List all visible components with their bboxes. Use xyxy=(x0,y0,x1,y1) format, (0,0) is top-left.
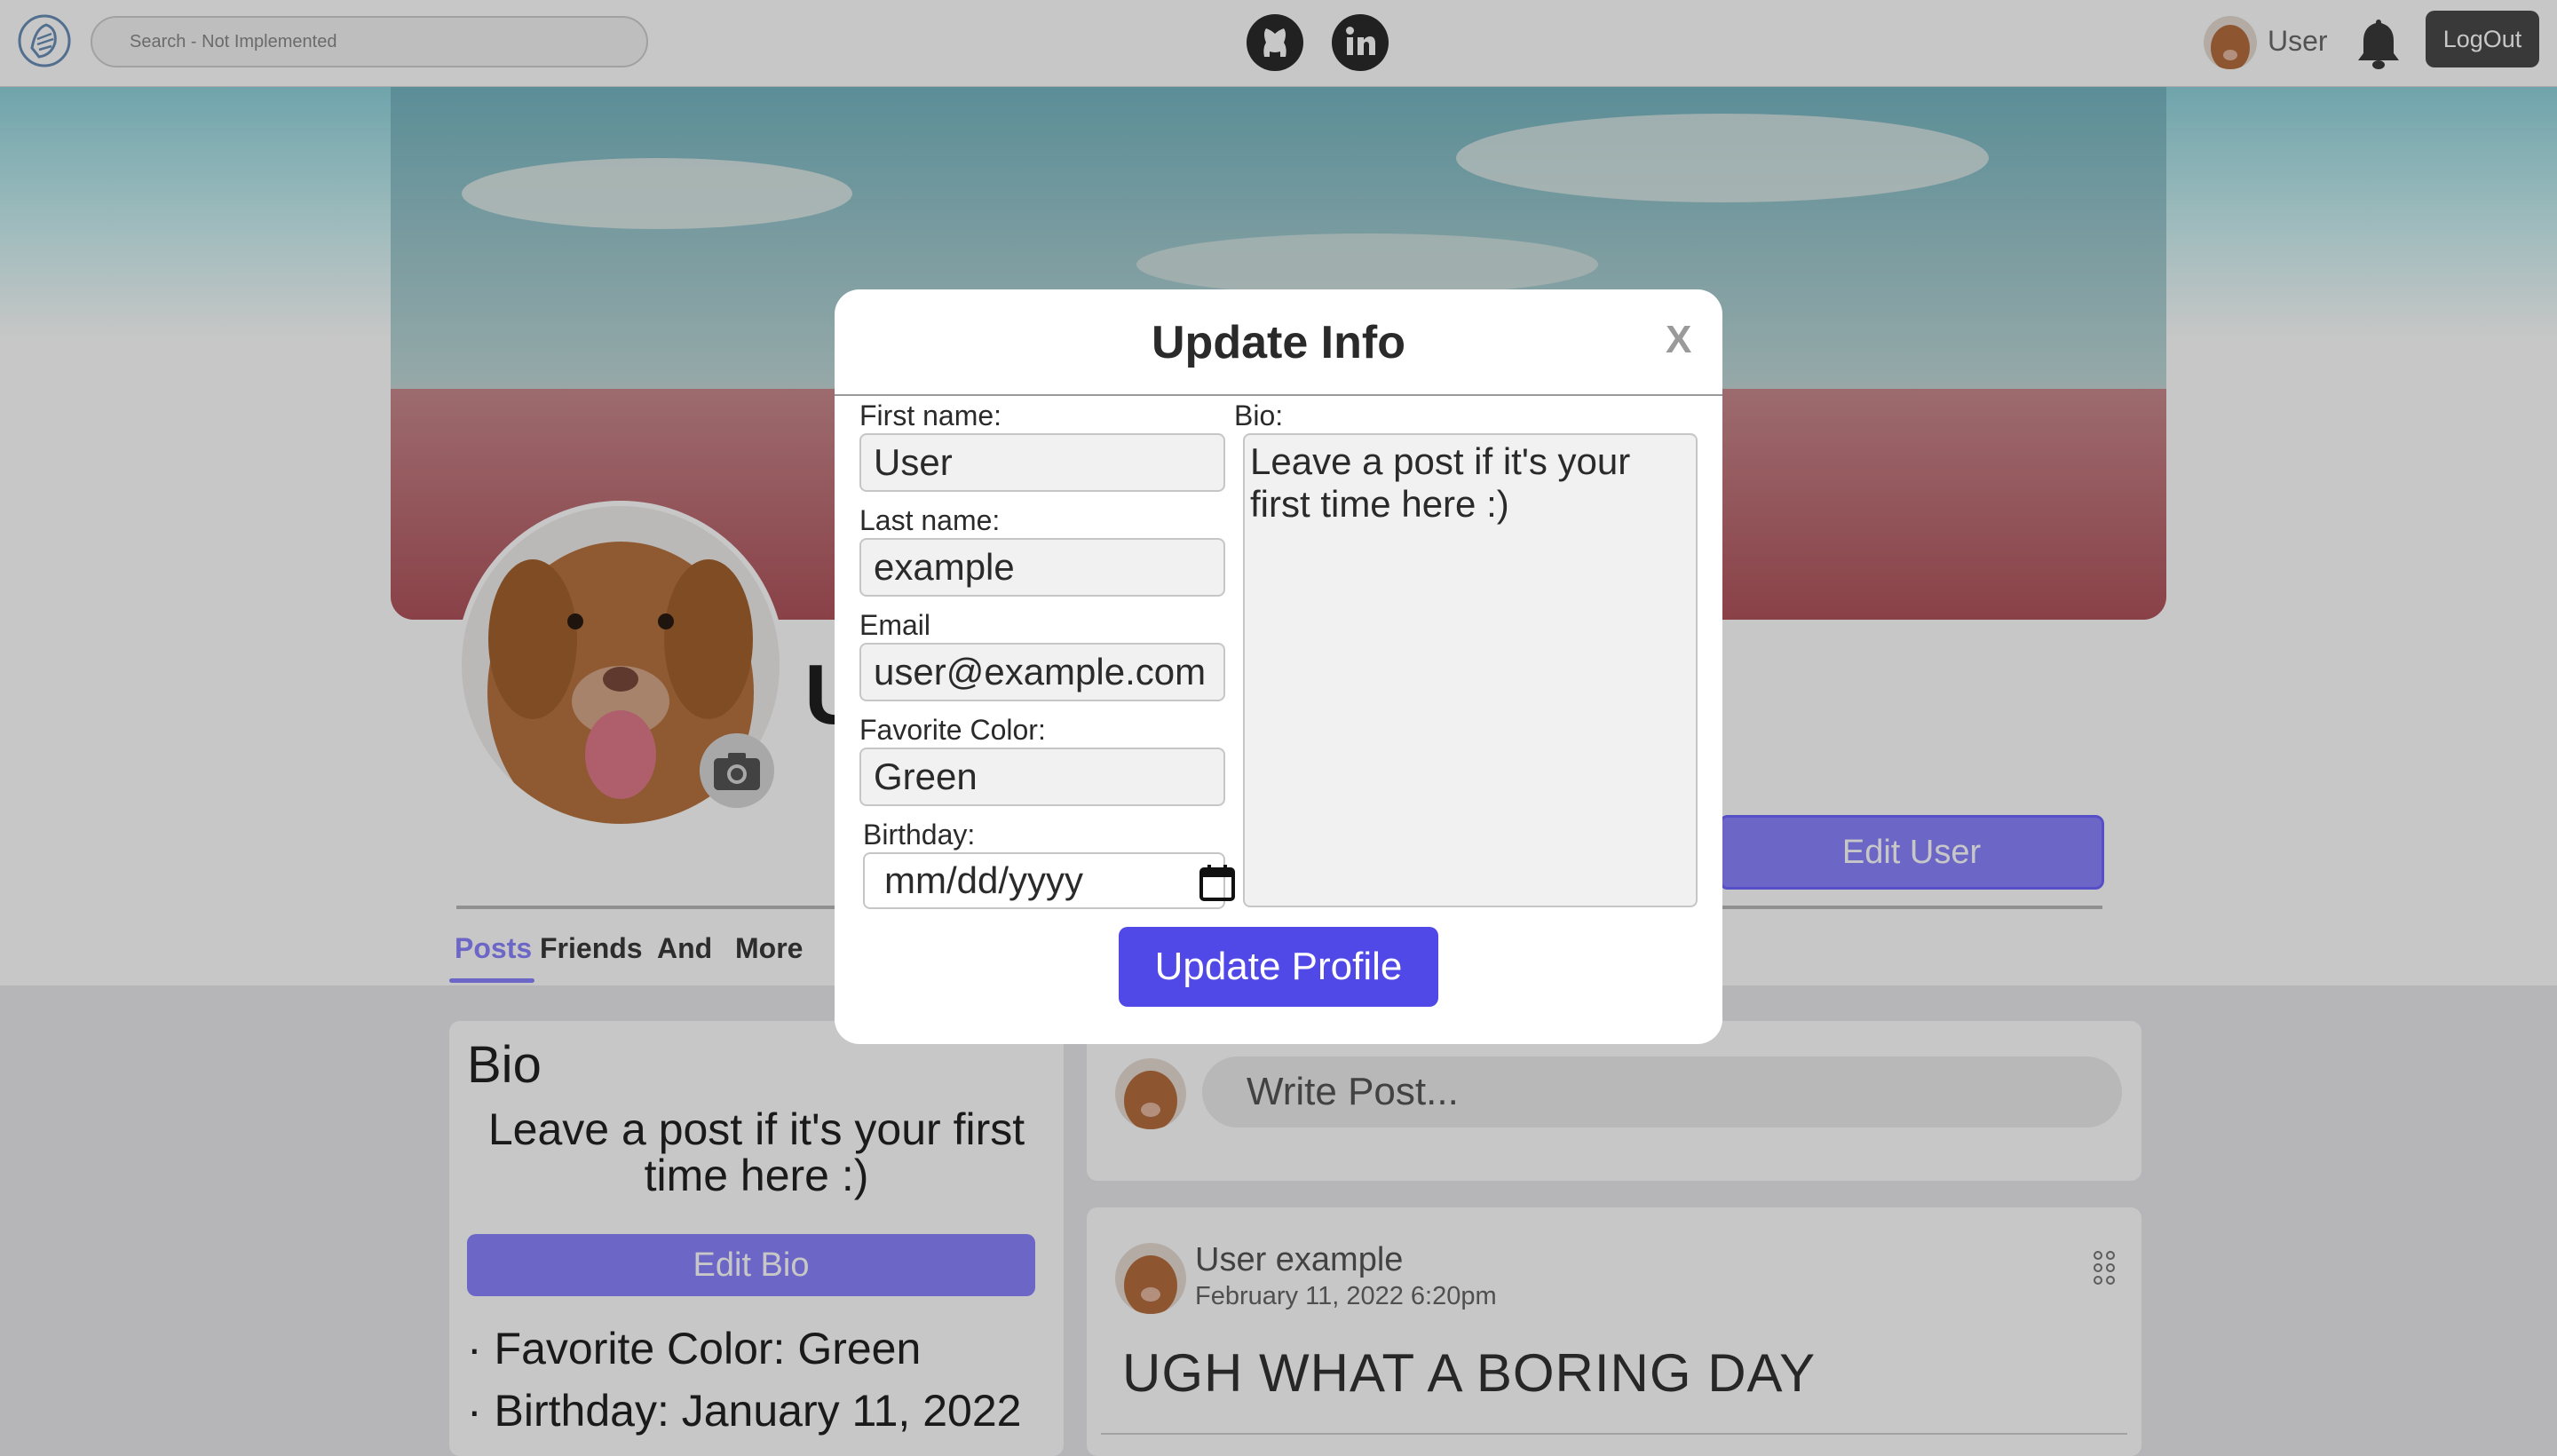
bio-textarea[interactable]: Leave a post if it's your first time her… xyxy=(1243,433,1698,907)
last-name-field[interactable]: example xyxy=(859,538,1225,597)
favorite-color-field[interactable]: Green xyxy=(859,748,1225,806)
birthday-field[interactable]: mm/dd/yyyy xyxy=(863,852,1235,909)
close-button[interactable]: X xyxy=(1666,318,1691,362)
email-label: Email xyxy=(859,609,931,641)
birthday-label: Birthday: xyxy=(863,819,976,851)
first-name-field[interactable]: User xyxy=(859,433,1225,492)
favorite-color-label: Favorite Color: xyxy=(859,714,1046,746)
bio-label: Bio: xyxy=(1234,400,1284,431)
modal-divider xyxy=(835,394,1722,396)
update-info-modal: Update Info X First name: User Last name… xyxy=(835,289,1722,1044)
modal-title: Update Info xyxy=(1152,317,1405,368)
first-name-label: First name: xyxy=(859,400,1002,431)
birthday-placeholder: mm/dd/yyyy xyxy=(884,859,1084,901)
last-name-label: Last name: xyxy=(859,504,1001,536)
update-profile-button[interactable]: Update Profile xyxy=(1119,927,1438,1007)
email-field[interactable]: user@example.com xyxy=(859,643,1225,701)
calendar-icon[interactable] xyxy=(1199,863,1236,902)
